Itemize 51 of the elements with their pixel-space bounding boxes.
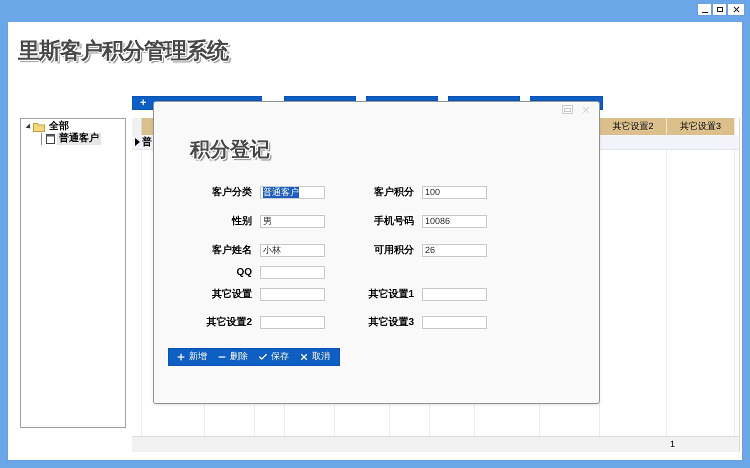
text-field[interactable] (260, 266, 325, 279)
table-cell: 普 (142, 135, 152, 149)
field-label: 性别 (230, 214, 253, 229)
plus-icon (176, 352, 186, 362)
close-button[interactable] (728, 4, 744, 15)
field-label: 其它设置2 (205, 315, 253, 330)
field-label: 其它设置 (211, 287, 253, 302)
check-icon (258, 352, 268, 362)
text-field[interactable] (260, 316, 325, 329)
field-value: 普通客户 (263, 187, 299, 198)
folder-icon (33, 122, 45, 132)
toolbar-button[interactable]: 保存 (258, 350, 289, 364)
field-value: 100 (425, 187, 440, 198)
close-icon[interactable] (581, 105, 591, 115)
restore-icon[interactable] (562, 105, 573, 114)
app-title: 里斯客户积分管理系统 (18, 38, 228, 63)
close-icon (732, 5, 740, 14)
text-field[interactable]: 小林 (260, 244, 325, 257)
minimize-button[interactable] (698, 4, 711, 15)
field-value: 小林 (263, 245, 281, 256)
dialog-title: 积分登记 (190, 139, 270, 161)
text-field[interactable]: 普通客户 (260, 186, 325, 199)
field-label: 手机号码 (373, 214, 415, 229)
field-label: 客户积分 (373, 185, 415, 200)
toolbar-button[interactable]: 删除 (217, 350, 248, 364)
toolbar-button[interactable]: 取消 (299, 350, 330, 364)
text-field[interactable] (260, 288, 325, 301)
text-field[interactable]: 100 (422, 186, 487, 199)
toolbar-button[interactable]: 新增 (176, 350, 207, 364)
table-icon (46, 134, 55, 144)
column-header[interactable]: 其它设置2 (600, 118, 667, 135)
field-value: 26 (425, 245, 436, 256)
text-field[interactable] (422, 288, 487, 301)
close-icon (299, 352, 309, 362)
text-field[interactable]: 男 (260, 215, 325, 228)
text-field[interactable] (422, 316, 487, 329)
field-label: 客户分类 (211, 185, 253, 200)
field-value: 10086 (425, 216, 450, 227)
field-value: 男 (263, 216, 272, 227)
page-number[interactable]: 1 (670, 438, 676, 452)
tree-item[interactable]: 全部 (47, 121, 71, 133)
tree-item[interactable]: 普通客户 (57, 133, 101, 145)
maximize-button[interactable] (713, 4, 726, 15)
field-label: 客户姓名 (211, 243, 253, 258)
field-label: QQ (235, 266, 253, 280)
text-field[interactable]: 10086 (422, 215, 487, 228)
field-label: 可用积分 (373, 244, 415, 258)
text-field[interactable]: 26 (422, 244, 487, 257)
field-label: 其它设置1 (367, 287, 415, 302)
field-label: 其它设置3 (367, 315, 415, 330)
column-header[interactable]: 其它设置3 (667, 118, 735, 135)
